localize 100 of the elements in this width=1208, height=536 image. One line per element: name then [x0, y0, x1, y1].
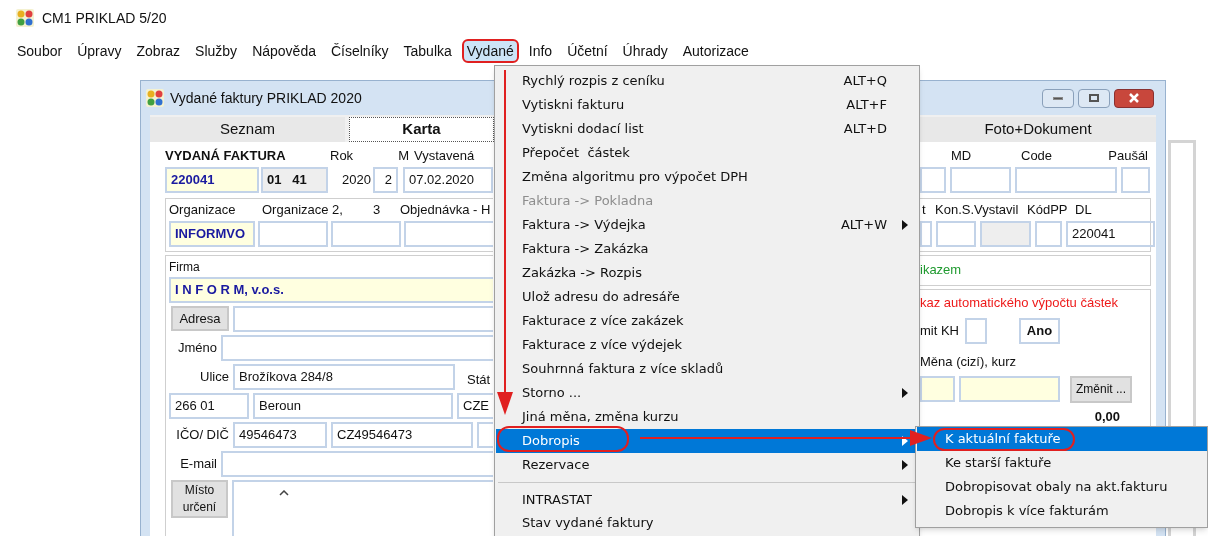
input-field[interactable] — [1015, 166, 1117, 193]
menu-item[interactable]: Storno ... — [496, 381, 918, 405]
input-field[interactable]: CZ49546473 — [331, 421, 473, 448]
input-field[interactable]: 220041 — [165, 166, 259, 193]
field-label: mit KH — [920, 322, 960, 341]
submenu-arrow-icon — [902, 436, 908, 446]
menu-item[interactable]: Rezervace — [496, 453, 918, 477]
input-field[interactable] — [959, 376, 1060, 402]
menubar-item[interactable]: Vydané — [461, 39, 519, 63]
field-label: Vystavená — [413, 146, 475, 165]
field-label: Stát — [467, 370, 491, 389]
app-logo-icon — [16, 9, 34, 27]
field-label: Organizace — [169, 200, 237, 219]
input-field[interactable] — [980, 220, 1031, 247]
menubar-item[interactable]: Služby — [190, 39, 243, 63]
submenu-arrow-icon — [902, 388, 908, 398]
menubar-item[interactable]: Číselníky — [325, 39, 394, 63]
menu-item[interactable]: Fakturace z více výdejek — [496, 333, 918, 357]
field-label: Jméno — [176, 338, 217, 357]
menu-item[interactable]: Zakázka -> Rozpis — [496, 261, 918, 285]
close-button[interactable] — [1114, 88, 1154, 108]
app-logo-icon — [146, 89, 164, 107]
menubar-item[interactable]: Soubor — [12, 39, 68, 63]
menubar-item[interactable]: Zobraz — [131, 39, 186, 63]
menubar-item[interactable]: Účetní — [562, 39, 613, 63]
warning-text: kaz automatického výpočtu částek — [920, 293, 1119, 312]
input-field[interactable] — [233, 305, 493, 332]
input-field[interactable]: Ano — [1019, 318, 1060, 344]
menubar-item[interactable]: Nápověda — [247, 39, 321, 63]
menu-item[interactable]: Dobropisovat obaly na akt.fakturu — [917, 475, 1207, 499]
menu-item[interactable]: Rychlý rozpis z ceníku ALT+Q — [496, 69, 918, 93]
input-field[interactable]: 266 01 — [169, 392, 249, 419]
tab[interactable]: Foto+Dokument — [920, 117, 1156, 142]
menubar-item[interactable]: Autorizace — [677, 39, 754, 63]
menubar-item[interactable]: Úpravy — [72, 39, 127, 63]
field-label: Měna (cizí), kurz — [920, 353, 1018, 371]
input-field[interactable] — [920, 376, 955, 402]
field-label: t — [921, 200, 927, 219]
field-label: IČO/ DIČ — [175, 425, 229, 444]
menubar-item[interactable]: Info — [523, 39, 558, 63]
input-field[interactable] — [1121, 166, 1150, 193]
input-field[interactable]: 01 41 — [261, 166, 328, 193]
input-field[interactable]: Beroun — [253, 392, 453, 419]
input-field[interactable] — [258, 220, 328, 247]
menu-item[interactable]: Stav vydané faktury — [496, 511, 918, 535]
menu-item[interactable]: Faktura -> Zakázka — [496, 237, 918, 261]
field-label: Kon.S.Vystavil — [935, 200, 1020, 219]
field-label: Paušál — [1108, 146, 1148, 165]
field-label: MD — [951, 146, 973, 165]
menu-item[interactable]: Ke starší faktuře — [917, 451, 1207, 475]
maximize-button[interactable] — [1078, 88, 1110, 108]
input-field[interactable]: 2 — [373, 166, 398, 193]
submenu-arrow-icon — [902, 494, 908, 505]
menu-item[interactable]: Souhrnná faktura z více skladů — [496, 357, 918, 381]
input-field[interactable] — [221, 450, 493, 477]
menu-item[interactable]: Vytiskni fakturu ALT+F — [496, 93, 918, 117]
menu-item[interactable]: Dobropis — [496, 429, 918, 453]
input-field[interactable]: 07.02.2020 — [403, 166, 493, 193]
field-label: Ulice — [199, 367, 229, 386]
submenu-arrow-icon — [902, 220, 908, 230]
menu-item[interactable]: Změna algoritmu pro výpočet DPH — [496, 165, 918, 189]
input-field[interactable] — [936, 220, 976, 247]
form-button[interactable]: Místo určení — [171, 479, 228, 518]
field-label: Organizace 2, — [262, 200, 344, 219]
form-button[interactable]: Adresa — [171, 306, 229, 331]
input-field[interactable] — [950, 166, 1011, 193]
input-field[interactable]: I N F O R M, v.o.s. — [169, 276, 493, 303]
menu-item[interactable]: Jiná měna, změna kurzu — [496, 405, 918, 429]
input-field[interactable] — [331, 220, 401, 247]
input-field[interactable]: INFORMVO — [169, 220, 255, 247]
form-button[interactable]: Změnit ... — [1070, 375, 1132, 403]
field-label: E-mail — [179, 454, 217, 473]
menu-item[interactable]: Fakturace z více zakázek — [496, 309, 918, 333]
tab[interactable]: Seznam — [150, 117, 345, 142]
field-label: 2020 — [341, 170, 371, 189]
menu-item[interactable]: K aktuální faktuře — [917, 427, 1207, 451]
menu-item[interactable]: Ulož adresu do adresáře — [496, 285, 918, 309]
window-title: Vydané faktury PRIKLAD 2020 — [170, 88, 362, 108]
menu-item[interactable]: Vytiskni dodací list ALT+D — [496, 117, 918, 141]
menu-item[interactable]: Faktura -> Výdejka ALT+W — [496, 213, 918, 237]
menubar-item[interactable]: Tabulka — [398, 39, 457, 63]
menu-item[interactable]: Přepočet částek — [496, 141, 918, 165]
input-field[interactable] — [965, 318, 987, 344]
field-label: 3 — [373, 200, 382, 219]
field-label: DL — [1075, 200, 1092, 219]
input-field[interactable] — [221, 334, 493, 361]
scroll-up-icon — [279, 489, 289, 496]
tab[interactable]: Karta — [349, 117, 494, 142]
minimize-button[interactable] — [1042, 88, 1074, 108]
input-field[interactable]: Brožíkova 284/8 — [233, 363, 455, 390]
field-label: Rok — [329, 146, 355, 165]
app-title: CM1 PRIKLAD 5/20 — [42, 8, 167, 28]
menubar-item[interactable]: Úhrady — [617, 39, 673, 63]
menu-item[interactable]: Dobropis k více fakturám — [917, 499, 1207, 523]
input-field[interactable]: 49546473 — [233, 421, 327, 448]
total-value: 0,00 — [1094, 407, 1120, 426]
status-text: ikazem — [920, 261, 962, 280]
input-field[interactable] — [1035, 220, 1062, 247]
input-field[interactable] — [920, 166, 946, 193]
input-field[interactable]: 220041 — [1066, 220, 1155, 247]
